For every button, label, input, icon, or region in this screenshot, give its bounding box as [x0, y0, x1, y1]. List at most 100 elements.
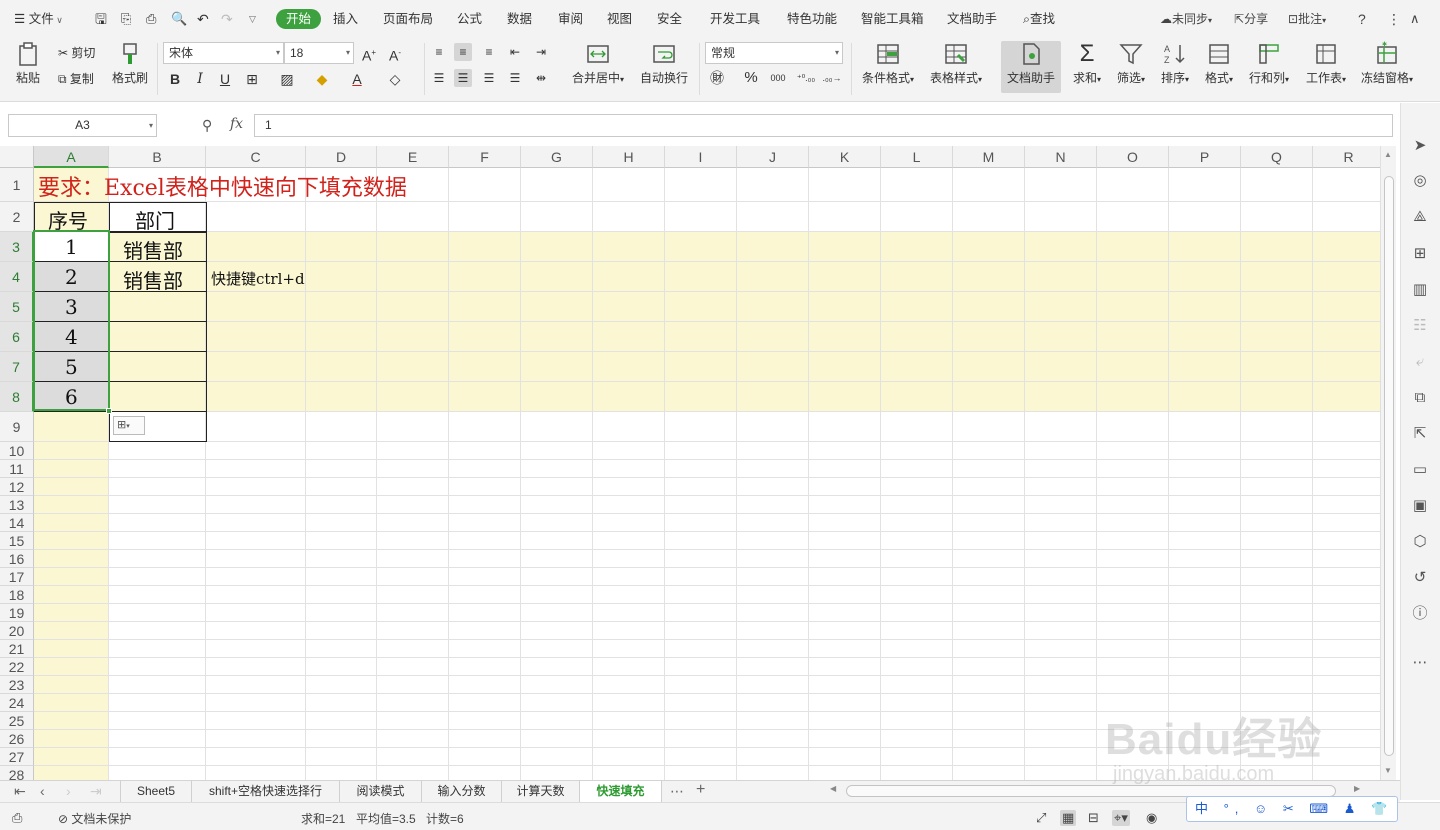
cell-b7[interactable] [109, 351, 207, 382]
row-header-13[interactable]: 13 [0, 496, 34, 514]
row-header-22[interactable]: 22 [0, 658, 34, 676]
row-header-9[interactable]: 9 [0, 412, 34, 442]
align-bottom-icon[interactable]: ≡ [480, 43, 498, 61]
collapse-ribbon-icon[interactable]: ∧ [1410, 9, 1420, 29]
print-preview-icon[interactable]: 🔍 [171, 9, 187, 29]
undo-icon[interactable]: ↶ [197, 9, 209, 29]
increase-decimal-icon[interactable]: ⁺⁰.₀₀ [796, 69, 816, 87]
more-options-icon[interactable]: ⋮ [1387, 9, 1401, 29]
align-left-icon[interactable]: ☰ [430, 69, 448, 87]
name-box[interactable]: A3 ▾ [8, 114, 157, 137]
currency-icon[interactable]: ㊖ [708, 69, 726, 87]
select-pointer-icon[interactable]: ➤ [1410, 136, 1430, 156]
tab-view[interactable]: 视图 [607, 9, 632, 29]
quick-access-dropdown-icon[interactable]: ▽ [249, 9, 256, 29]
styles-icon[interactable]: ⟁ [1410, 207, 1430, 227]
sheet-tab[interactable]: shift+空格快速选择行 [192, 781, 340, 802]
sort-button[interactable]: AZ 排序▾ [1156, 41, 1194, 86]
row-header-10[interactable]: 10 [0, 442, 34, 460]
zoom-lookup-icon[interactable]: ⚲ [202, 117, 212, 134]
wrap-text-button[interactable]: 自动换行 [636, 41, 692, 86]
macro-record-icon[interactable]: ⎙ [12, 810, 22, 826]
borders-icon[interactable]: ⊞ [243, 70, 261, 88]
column-header-a[interactable]: A [34, 146, 109, 168]
underline-button[interactable]: U [216, 70, 234, 88]
first-sheet-icon[interactable]: ⇤ [14, 783, 26, 800]
title-cell[interactable]: 要求：Excel表格中快速向下填充数据 [38, 170, 407, 202]
row-header-15[interactable]: 15 [0, 532, 34, 550]
cell-b6[interactable] [109, 321, 207, 352]
column-header-h[interactable]: H [593, 146, 665, 168]
sheet-tab[interactable]: 输入分数 [422, 781, 502, 802]
row-header-18[interactable]: 18 [0, 586, 34, 604]
format-painter-button[interactable]: 格式刷 [110, 41, 150, 86]
column-header-j[interactable]: J [737, 146, 809, 168]
row-header-25[interactable]: 25 [0, 712, 34, 730]
tab-security[interactable]: 安全 [657, 9, 682, 29]
doc-assistant-button[interactable]: 文档助手 [1001, 41, 1061, 93]
row-header-11[interactable]: 11 [0, 460, 34, 478]
column-header-n[interactable]: N [1025, 146, 1097, 168]
distributed-align-icon[interactable]: ⇹ [532, 69, 550, 87]
thousands-separator-button[interactable]: 000 [768, 69, 788, 87]
more-sheets-icon[interactable]: ⋯ [670, 783, 684, 800]
format-button[interactable]: 格式▾ [1200, 41, 1238, 86]
search-button[interactable]: ⌕查找 [1023, 9, 1055, 29]
justify-icon[interactable]: ☰ [506, 69, 524, 87]
fill-pattern-icon[interactable]: ▨ [278, 70, 296, 88]
row-header-5[interactable]: 5 [0, 292, 34, 322]
align-center-icon[interactable]: ☰ [454, 69, 472, 87]
tab-special-features[interactable]: 特色功能 [787, 9, 837, 29]
page-break-view-icon[interactable]: ⊟ [1088, 810, 1099, 826]
eye-protection-icon[interactable]: ◉ [1146, 810, 1157, 826]
column-header-d[interactable]: D [306, 146, 377, 168]
row-header-20[interactable]: 20 [0, 622, 34, 640]
file-menu[interactable]: ☰ 文件 ∨ [14, 9, 63, 29]
column-header-k[interactable]: K [809, 146, 881, 168]
column-header-g[interactable]: G [521, 146, 593, 168]
fill-handle[interactable] [106, 408, 112, 414]
row-header-16[interactable]: 16 [0, 550, 34, 568]
spreadsheet-grid[interactable]: ABCDEFGHIJKLMNOPQR 1 2 3 4 5 6 7 8 9 10 11 12 13 14 15… [0, 146, 1380, 780]
comment-button[interactable]: ⊡批注▾ [1288, 9, 1326, 29]
sheet-tab[interactable]: Sheet5 [120, 781, 192, 802]
cell-b5[interactable] [109, 291, 207, 322]
scroll-left-icon[interactable]: ◀ [830, 784, 836, 793]
column-header-q[interactable]: Q [1241, 146, 1313, 168]
row-header-17[interactable]: 17 [0, 568, 34, 586]
shapes-icon[interactable]: ◎ [1410, 171, 1430, 191]
share-out-icon[interactable]: ⇱ [1410, 424, 1430, 444]
scroll-down-icon[interactable]: ▼ [1384, 766, 1392, 775]
row-header-26[interactable]: 26 [0, 730, 34, 748]
tab-review[interactable]: 审阅 [558, 9, 583, 29]
decrease-indent-icon[interactable]: ⇤ [506, 43, 524, 61]
row-header-6[interactable]: 6 [0, 322, 34, 352]
more-icon[interactable]: ⋯ [1410, 653, 1430, 673]
row-header-12[interactable]: 12 [0, 478, 34, 496]
fill-color-icon[interactable]: ◆ [313, 70, 331, 88]
sheet-tab-active[interactable]: 快速填充 [580, 781, 662, 802]
row-header-7[interactable]: 7 [0, 352, 34, 382]
share-button[interactable]: ⇱分享 [1234, 9, 1268, 29]
sync-status[interactable]: ☁未同步▾ [1160, 9, 1212, 29]
cut-button[interactable]: ✂ 剪切 [58, 44, 95, 61]
normal-view-icon[interactable]: ▦ [1060, 810, 1077, 826]
formula-input[interactable]: 1 [254, 114, 1393, 137]
prev-sheet-icon[interactable]: ‹ [40, 783, 45, 799]
reply-icon[interactable]: ⤶ [1410, 352, 1430, 372]
align-top-icon[interactable]: ≡ [430, 43, 448, 61]
column-header-e[interactable]: E [377, 146, 449, 168]
increase-indent-icon[interactable]: ⇥ [532, 43, 550, 61]
sheet-tab[interactable]: 计算天数 [502, 781, 580, 802]
column-header-f[interactable]: F [449, 146, 521, 168]
reading-layout-icon[interactable]: ⌖▾ [1112, 810, 1130, 826]
copy-button[interactable]: ⧉ 复制 [58, 70, 94, 87]
apps-grid-icon[interactable]: ⊞ [1410, 244, 1430, 264]
font-color-icon[interactable]: A [348, 70, 366, 88]
column-header-l[interactable]: L [881, 146, 953, 168]
row-header-19[interactable]: 19 [0, 604, 34, 622]
tab-home[interactable]: 开始 [276, 9, 322, 29]
archive-box-icon[interactable]: ▭ [1410, 460, 1430, 480]
save-icon[interactable]: 🖫 [95, 9, 107, 29]
redo-icon[interactable]: ↷ [221, 9, 233, 29]
